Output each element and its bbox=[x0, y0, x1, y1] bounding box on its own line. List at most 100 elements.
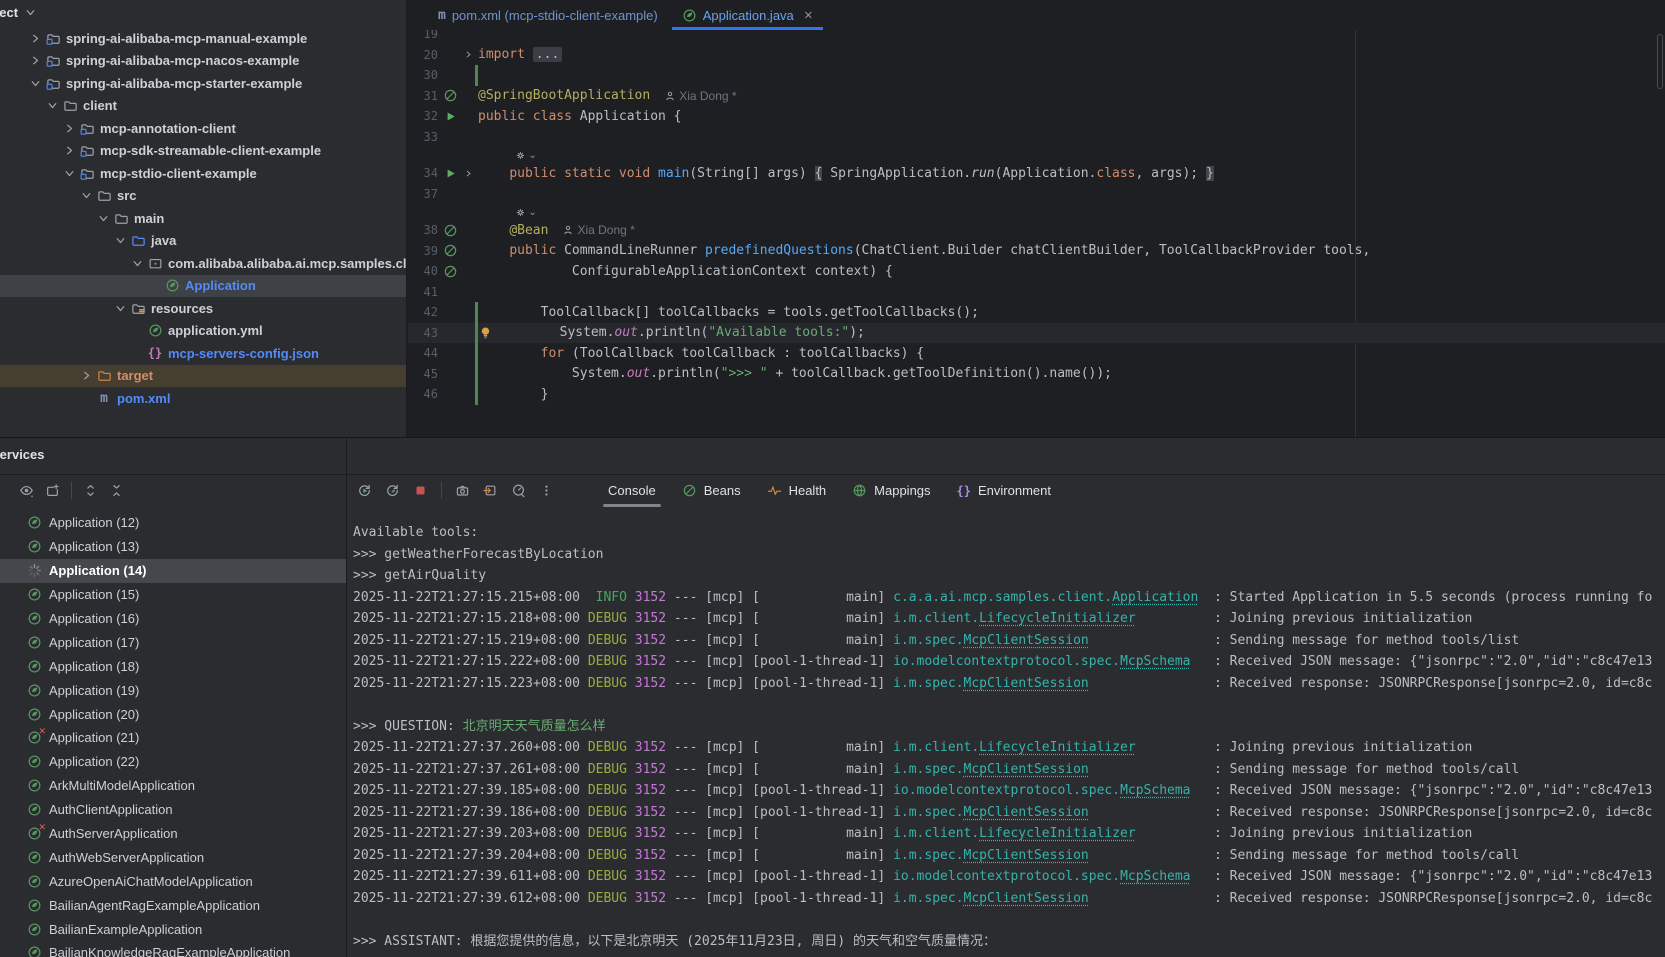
service-item-application-17-[interactable]: Application (17) bbox=[0, 630, 346, 654]
chevron-down-icon[interactable] bbox=[62, 166, 77, 181]
console-tab-environment[interactable]: {}Environment bbox=[944, 475, 1064, 506]
chevron-right-icon[interactable] bbox=[62, 121, 77, 136]
service-item-authclientapplication[interactable]: AuthClientApplication bbox=[0, 798, 346, 822]
service-item-azureopenaichatmodelapplication[interactable]: AzureOpenAiChatModelApplication bbox=[0, 869, 346, 893]
code-editor[interactable]: 1920import ...3031@SpringBootApplication… bbox=[408, 24, 1665, 405]
chevron-right-icon[interactable] bbox=[79, 368, 94, 383]
tree-item-spring-ai-alibaba-mcp-starter-example[interactable]: spring-ai-alibaba-mcp-starter-example bbox=[0, 72, 406, 95]
tree-item-com-alibaba-alibaba-ai-mcp-samples-client[interactable]: com.alibaba.alibaba.ai.mcp.samples.clien… bbox=[0, 252, 406, 275]
editor-scrollbar[interactable] bbox=[1657, 34, 1663, 89]
author-code-vision[interactable]: Xia Dong * bbox=[562, 223, 634, 237]
chevron-down-icon[interactable] bbox=[96, 211, 111, 226]
chevron-down-icon[interactable] bbox=[113, 301, 128, 316]
project-panel-header[interactable]: Project bbox=[0, 5, 38, 20]
console-output[interactable]: Available tools:>>> getWeatherForecastBy… bbox=[353, 522, 1665, 952]
editor-tab-label: pom.xml (mcp-stdio-client-example) bbox=[452, 8, 658, 23]
services-cut-icon[interactable] bbox=[0, 483, 8, 498]
services-tab-plus-icon[interactable] bbox=[45, 483, 60, 498]
service-item-authwebserverapplication[interactable]: AuthWebServerApplication bbox=[0, 845, 346, 869]
tree-item-pom-xml[interactable]: mpom.xml bbox=[0, 387, 406, 410]
chevron-right-icon[interactable] bbox=[62, 143, 77, 158]
service-item-bailianknowledgeragexampleapplication[interactable]: BailianKnowledgeRagExampleApplication bbox=[0, 941, 346, 957]
console-exit-icon[interactable] bbox=[483, 483, 498, 498]
service-item-application-22-[interactable]: Application (22) bbox=[0, 750, 346, 774]
services-collapse-icon[interactable] bbox=[109, 483, 124, 498]
editor-tab-application-java[interactable]: Application.java✕ bbox=[670, 0, 825, 30]
console-tab-health[interactable]: Health bbox=[754, 475, 840, 506]
line-number: 38 bbox=[408, 223, 438, 237]
console-rerun-icon[interactable] bbox=[357, 483, 372, 498]
bean-icon[interactable] bbox=[443, 223, 458, 238]
module-icon bbox=[46, 53, 61, 68]
console-gauge-icon[interactable] bbox=[511, 483, 526, 498]
tree-item-resources[interactable]: resources bbox=[0, 297, 406, 320]
line-number: 41 bbox=[408, 285, 438, 299]
chevron-down-icon[interactable] bbox=[79, 188, 94, 203]
run-icon[interactable] bbox=[443, 166, 458, 181]
chevron-right-icon[interactable] bbox=[28, 53, 43, 68]
service-item-application-18-[interactable]: Application (18) bbox=[0, 654, 346, 678]
code-vision-inlay[interactable]: ⌄ bbox=[408, 147, 1665, 163]
console-line: 2025-11-22T21:27:39.612+08:00 DEBUG 3152… bbox=[353, 888, 1665, 910]
tree-item-spring-ai-alibaba-mcp-manual-example[interactable]: spring-ai-alibaba-mcp-manual-example bbox=[0, 27, 406, 50]
run-icon[interactable] bbox=[443, 109, 458, 124]
tree-item-application[interactable]: Application bbox=[0, 275, 406, 298]
tree-item-mcp-annotation-client[interactable]: mcp-annotation-client bbox=[0, 117, 406, 140]
code-vision-inlay[interactable]: ⌄ bbox=[408, 204, 1665, 220]
chevron-right-icon[interactable] bbox=[463, 49, 474, 60]
console-tab-console[interactable]: Console bbox=[595, 475, 669, 506]
tree-item-label: main bbox=[134, 211, 164, 226]
chevron-down-icon[interactable] bbox=[45, 98, 60, 113]
service-item-bailianexampleapplication[interactable]: BailianExampleApplication bbox=[0, 917, 346, 941]
service-item-application-14-[interactable]: Application (14) bbox=[0, 559, 346, 583]
service-item-authserverapplication[interactable]: ✕AuthServerApplication bbox=[0, 822, 346, 846]
chevron-right-icon[interactable] bbox=[28, 31, 43, 46]
service-item-label: Application (22) bbox=[49, 754, 139, 769]
tree-item-spring-ai-alibaba-mcp-nacos-example[interactable]: spring-ai-alibaba-mcp-nacos-example bbox=[0, 50, 406, 73]
author-code-vision[interactable]: Xia Dong * bbox=[664, 89, 736, 103]
service-item-application-13-[interactable]: Application (13) bbox=[0, 535, 346, 559]
bean-icon[interactable] bbox=[443, 243, 458, 258]
service-item-bailianagentragexampleapplication[interactable]: BailianAgentRagExampleApplication bbox=[0, 893, 346, 917]
tree-item-target[interactable]: target bbox=[0, 365, 406, 388]
code-line-44: 44 for (ToolCallback toolCallback : tool… bbox=[408, 343, 1665, 364]
line-number: 39 bbox=[408, 244, 438, 258]
console-kebab-icon[interactable] bbox=[539, 483, 554, 498]
folder-src-icon bbox=[131, 233, 146, 248]
service-item-application-16-[interactable]: Application (16) bbox=[0, 607, 346, 631]
bean-icon[interactable] bbox=[443, 88, 458, 103]
tree-item-main[interactable]: main bbox=[0, 207, 406, 230]
boot-icon bbox=[27, 754, 42, 769]
tree-item-application-yml[interactable]: application.yml bbox=[0, 320, 406, 343]
intention-bulb-icon[interactable] bbox=[478, 325, 493, 340]
tree-item-mcp-servers-config-json[interactable]: {}mcp-servers-config.json bbox=[0, 342, 406, 365]
console-tab-mappings[interactable]: Mappings bbox=[839, 475, 943, 506]
service-item-application-19-[interactable]: Application (19) bbox=[0, 678, 346, 702]
chevron-right-icon[interactable] bbox=[463, 168, 474, 179]
chevron-down-icon[interactable] bbox=[28, 76, 43, 91]
chevron-down-icon[interactable] bbox=[113, 233, 128, 248]
service-item-arkmultimodelapplication[interactable]: ArkMultiModelApplication bbox=[0, 774, 346, 798]
tree-item-java[interactable]: java bbox=[0, 230, 406, 253]
close-icon[interactable]: ✕ bbox=[804, 9, 813, 22]
console-tab-beans[interactable]: Beans bbox=[669, 475, 754, 506]
editor-tab-pom-xml[interactable]: mpom.xml (mcp-stdio-client-example) bbox=[426, 0, 670, 30]
service-item-label: BailianKnowledgeRagExampleApplication bbox=[49, 945, 290, 957]
console-camera-icon[interactable] bbox=[455, 483, 470, 498]
services-eye-icon[interactable] bbox=[19, 483, 34, 498]
console-stop-icon[interactable] bbox=[413, 483, 428, 498]
console-line bbox=[353, 909, 1665, 931]
services-expand-icon[interactable] bbox=[83, 483, 98, 498]
service-item-application-21-[interactable]: ✕Application (21) bbox=[0, 726, 346, 750]
service-item-application-15-[interactable]: Application (15) bbox=[0, 583, 346, 607]
tree-item-client[interactable]: client bbox=[0, 95, 406, 118]
chevron-down-icon[interactable] bbox=[130, 256, 145, 271]
service-item-application-12-[interactable]: Application (12) bbox=[0, 511, 346, 535]
tree-item-mcp-stdio-client-example[interactable]: mcp-stdio-client-example bbox=[0, 162, 406, 185]
tree-item-mcp-sdk-streamable-client-example[interactable]: mcp-sdk-streamable-client-example bbox=[0, 140, 406, 163]
service-item-label: AzureOpenAiChatModelApplication bbox=[49, 874, 253, 889]
service-item-application-20-[interactable]: Application (20) bbox=[0, 702, 346, 726]
tree-item-src[interactable]: src bbox=[0, 185, 406, 208]
bean-icon[interactable] bbox=[443, 264, 458, 279]
console-rerun-update-icon[interactable] bbox=[385, 483, 400, 498]
